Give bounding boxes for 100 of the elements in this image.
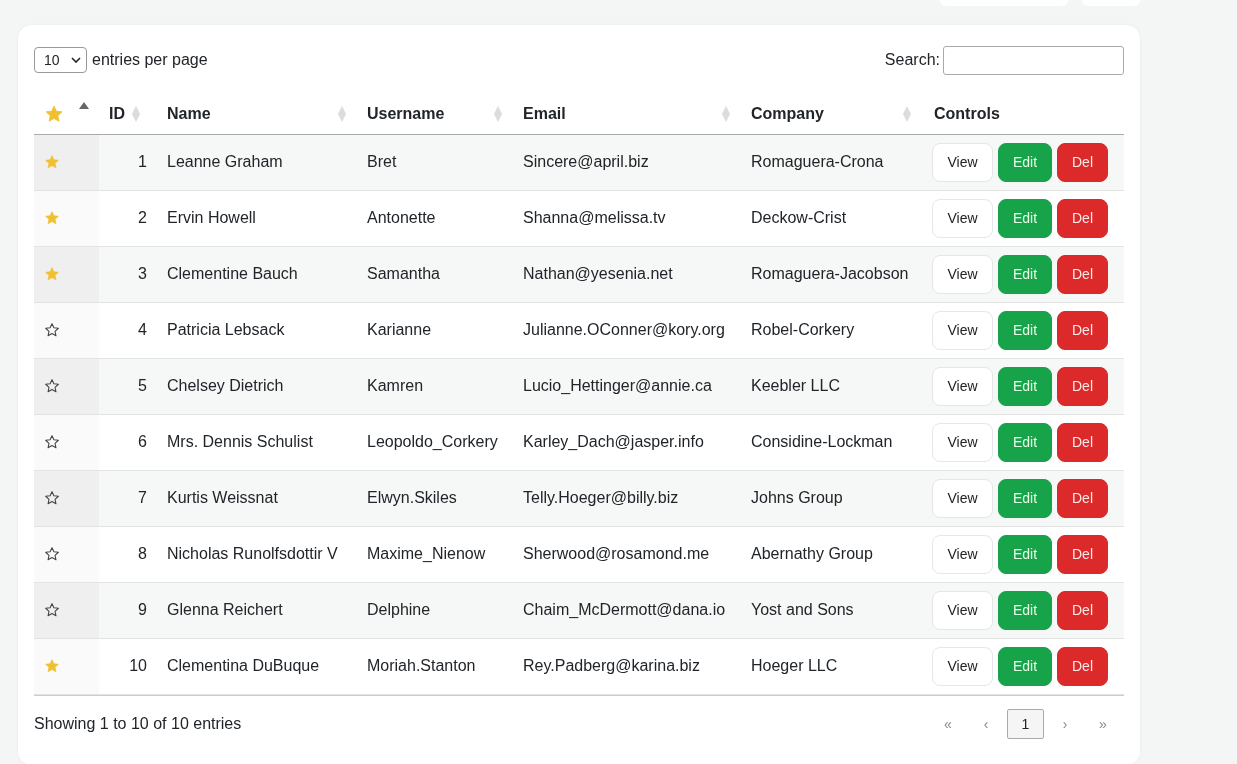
table-cell: Shanna@melissa.tv (523, 209, 666, 226)
caret-icon[interactable] (71, 57, 81, 63)
table-cell: Leopoldo_Corkery (367, 433, 498, 450)
delete-button[interactable]: Del (1057, 422, 1108, 462)
page-link[interactable]: 1 (1007, 708, 1044, 739)
entries-info: Showing 1 to 10 of 10 entries (34, 714, 242, 733)
table-cell: Hoeger LLC (751, 657, 838, 674)
sort-icon[interactable] (721, 104, 731, 123)
entries-select[interactable]: 10 (34, 47, 87, 73)
view-button[interactable]: View (932, 478, 993, 518)
column-header[interactable]: Controls (934, 104, 1000, 123)
edit-button[interactable]: Edit (998, 142, 1052, 182)
delete-button[interactable]: Del (1057, 198, 1108, 238)
search-field[interactable] (943, 45, 1124, 75)
table-cell: Samantha (367, 265, 440, 282)
view-button[interactable]: View (932, 422, 993, 462)
sort-icon[interactable] (337, 104, 347, 123)
sort-icon[interactable] (493, 104, 503, 123)
page-link[interactable]: ‹ (969, 708, 1003, 739)
table-cell: Karley_Dach@jasper.info (523, 433, 704, 450)
table-cell: Antonette (367, 209, 436, 226)
table-cell: Abernathy Group (751, 545, 873, 562)
table-cell: Mrs. Dennis Schulist (167, 433, 313, 450)
table-cell: Robel-Corkery (751, 321, 855, 338)
table-cell: Julianne.OConner@kory.org (523, 321, 725, 338)
edit-button[interactable]: Edit (998, 366, 1052, 406)
column-header[interactable]: Company (751, 104, 824, 123)
table-cell: Delphine (367, 601, 431, 618)
edit-button[interactable]: Edit (998, 422, 1052, 462)
column-header[interactable]: Username (367, 104, 445, 123)
search-label: Search: (884, 51, 940, 69)
table-cell: 7 (138, 489, 147, 506)
delete-button[interactable]: Del (1057, 366, 1108, 406)
table-cell: 9 (138, 601, 147, 618)
table-cell: Clementine Bauch (167, 265, 298, 282)
table-cell: Telly.Hoeger@billy.biz (523, 489, 679, 506)
sort-icon[interactable] (902, 104, 912, 123)
view-button[interactable]: View (932, 198, 993, 238)
table-cell: Nicholas Runolfsdottir V (167, 545, 338, 562)
star-icon[interactable] (44, 154, 60, 170)
page-link[interactable]: « (931, 708, 965, 739)
edit-button[interactable]: Edit (998, 310, 1052, 350)
star-outline-icon[interactable] (44, 322, 60, 338)
table-cell: Kurtis Weissnat (167, 489, 278, 506)
star-outline-icon[interactable] (44, 546, 60, 562)
edit-button[interactable]: Edit (998, 646, 1052, 686)
table-cell: 2 (138, 209, 147, 226)
table-cell: Sincere@april.biz (523, 153, 649, 170)
view-button[interactable]: View (932, 534, 993, 574)
table-cell: Chaim_McDermott@dana.io (523, 601, 726, 618)
star-outline-icon[interactable] (44, 378, 60, 394)
delete-button[interactable]: Del (1057, 646, 1108, 686)
star-outline-icon[interactable] (44, 602, 60, 618)
table-cell: Keebler LLC (751, 377, 840, 394)
table-cell: 8 (138, 545, 147, 562)
star-icon[interactable] (44, 210, 60, 226)
edit-button[interactable]: Edit (998, 198, 1052, 238)
table-cell: Ervin Howell (167, 209, 256, 226)
column-header[interactable]: ID (109, 104, 125, 123)
table-cell: Elwyn.Skiles (367, 489, 457, 506)
column-header[interactable]: Name (167, 104, 211, 123)
view-button[interactable]: View (932, 646, 993, 686)
star-outline-icon[interactable] (44, 434, 60, 450)
delete-button[interactable]: Del (1057, 254, 1108, 294)
star-icon[interactable] (44, 266, 60, 282)
view-button[interactable]: View (932, 590, 993, 630)
column-header[interactable]: Email (523, 104, 566, 123)
edit-button[interactable]: Edit (998, 478, 1052, 518)
table-cell: 6 (138, 433, 147, 450)
table-cell: Sherwood@rosamond.me (523, 545, 710, 562)
star-icon[interactable] (44, 103, 64, 124)
view-button[interactable]: View (932, 254, 993, 294)
view-button[interactable]: View (932, 142, 993, 182)
edit-button[interactable]: Edit (998, 590, 1052, 630)
table-cell: 5 (138, 377, 147, 394)
table-cell: Nathan@yesenia.net (523, 265, 673, 282)
table-cell: 3 (138, 265, 147, 282)
edit-button[interactable]: Edit (998, 254, 1052, 294)
delete-button[interactable]: Del (1057, 310, 1108, 350)
table-cell: 1 (138, 153, 147, 170)
table-cell: Patricia Lebsack (167, 321, 285, 338)
view-button[interactable]: View (932, 310, 993, 350)
table-cell: Johns Group (751, 489, 843, 506)
view-button[interactable]: View (932, 366, 993, 406)
table-cell: Maxime_Nienow (367, 545, 486, 562)
table-cell: Considine-Lockman (751, 433, 893, 450)
sort-icon[interactable] (131, 104, 141, 123)
page-link[interactable]: » (1086, 708, 1120, 739)
delete-button[interactable]: Del (1057, 142, 1108, 182)
edit-button[interactable]: Edit (998, 534, 1052, 574)
delete-button[interactable]: Del (1057, 478, 1108, 518)
table-cell: 10 (129, 657, 147, 674)
table-cell: Karianne (367, 321, 432, 338)
table-cell: Moriah.Stanton (367, 657, 476, 674)
delete-button[interactable]: Del (1057, 590, 1108, 630)
page-link[interactable]: › (1048, 708, 1082, 739)
table-cell: Romaguera-Jacobson (751, 265, 909, 282)
star-icon[interactable] (44, 658, 60, 674)
star-outline-icon[interactable] (44, 490, 60, 506)
delete-button[interactable]: Del (1057, 534, 1108, 574)
